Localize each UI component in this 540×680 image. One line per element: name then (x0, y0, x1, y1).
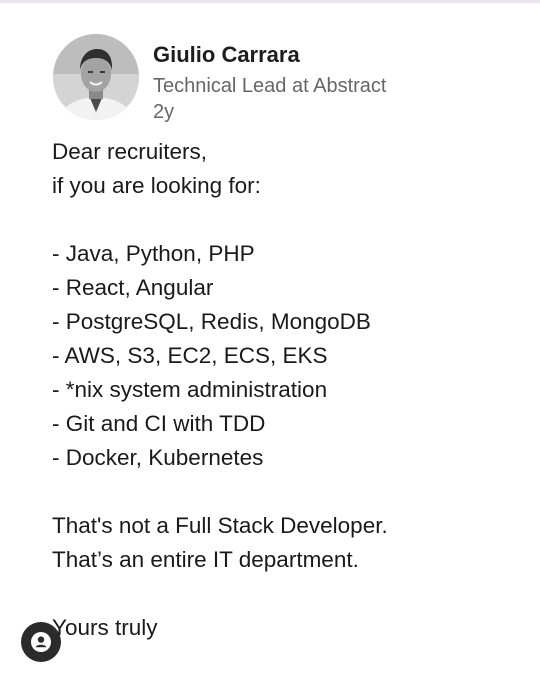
post-text: Dear recruiters, if you are looking for:… (52, 135, 522, 645)
greeting-line: Dear recruiters, (52, 139, 208, 164)
user-icon (31, 632, 51, 652)
author-name[interactable]: Giulio Carrara (153, 42, 300, 68)
skill-line: - Java, Python, PHP (52, 241, 255, 266)
skill-line: - AWS, S3, EC2, ECS, EKS (52, 343, 328, 368)
avatar[interactable] (53, 34, 139, 120)
greeting-line: if you are looking for: (52, 173, 261, 198)
skill-line: - React, Angular (52, 275, 214, 300)
skill-line: - *nix system administration (52, 377, 328, 402)
skill-line: - Docker, Kubernetes (52, 445, 264, 470)
post-card: Giulio Carrara Technical Lead at Abstrac… (0, 0, 540, 680)
post-timestamp: 2y (153, 101, 175, 123)
skill-line: - Git and CI with TDD (52, 411, 266, 436)
conclusion-line: That’s an entire IT department. (52, 547, 359, 572)
conclusion-line: That's not a Full Stack Developer. (52, 513, 388, 538)
profile-button[interactable] (21, 622, 61, 662)
avatar-photo (53, 34, 139, 120)
signoff-line: Yours truly (52, 615, 158, 640)
author-headline: Technical Lead at Abstract (153, 75, 387, 97)
skill-line: - PostgreSQL, Redis, MongoDB (52, 309, 371, 334)
